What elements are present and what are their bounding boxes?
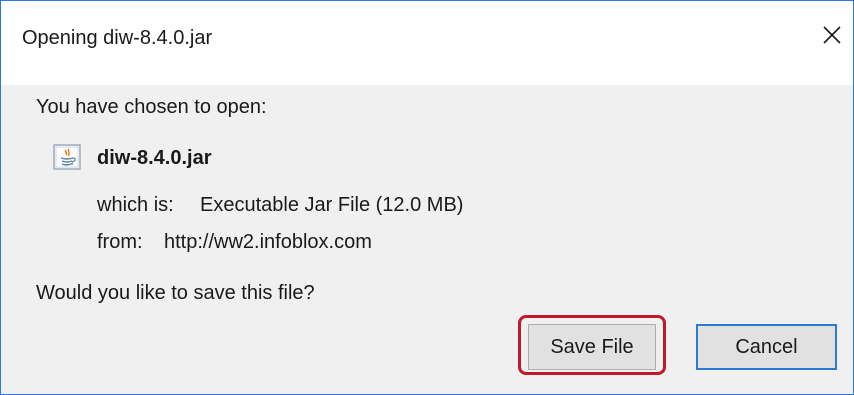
window-title: Opening diw-8.4.0.jar xyxy=(22,27,213,49)
cancel-button[interactable]: Cancel xyxy=(696,324,837,370)
file-type-value: Executable Jar File (12.0 MB) xyxy=(200,194,464,216)
close-icon xyxy=(823,26,841,44)
save-question-text: Would you like to save this file? xyxy=(36,282,315,304)
file-download-dialog: Opening diw-8.4.0.jar You have chosen to… xyxy=(0,0,854,395)
file-source-label: from: xyxy=(97,231,143,253)
close-button[interactable] xyxy=(811,1,853,69)
save-file-button[interactable]: Save File xyxy=(528,324,656,370)
file-type-label: which is: xyxy=(97,194,174,216)
title-bar: Opening diw-8.4.0.jar xyxy=(1,1,853,85)
file-type-row: which is: Executable Jar File (12.0 MB) xyxy=(97,193,463,217)
open-prompt-text: You have chosen to open: xyxy=(36,96,267,118)
file-source-value: http://ww2.infoblox.com xyxy=(164,231,372,253)
file-source-row: from: http://ww2.infoblox.com xyxy=(97,230,372,254)
java-jar-file-icon xyxy=(53,144,81,170)
file-name: diw-8.4.0.jar xyxy=(97,147,212,169)
